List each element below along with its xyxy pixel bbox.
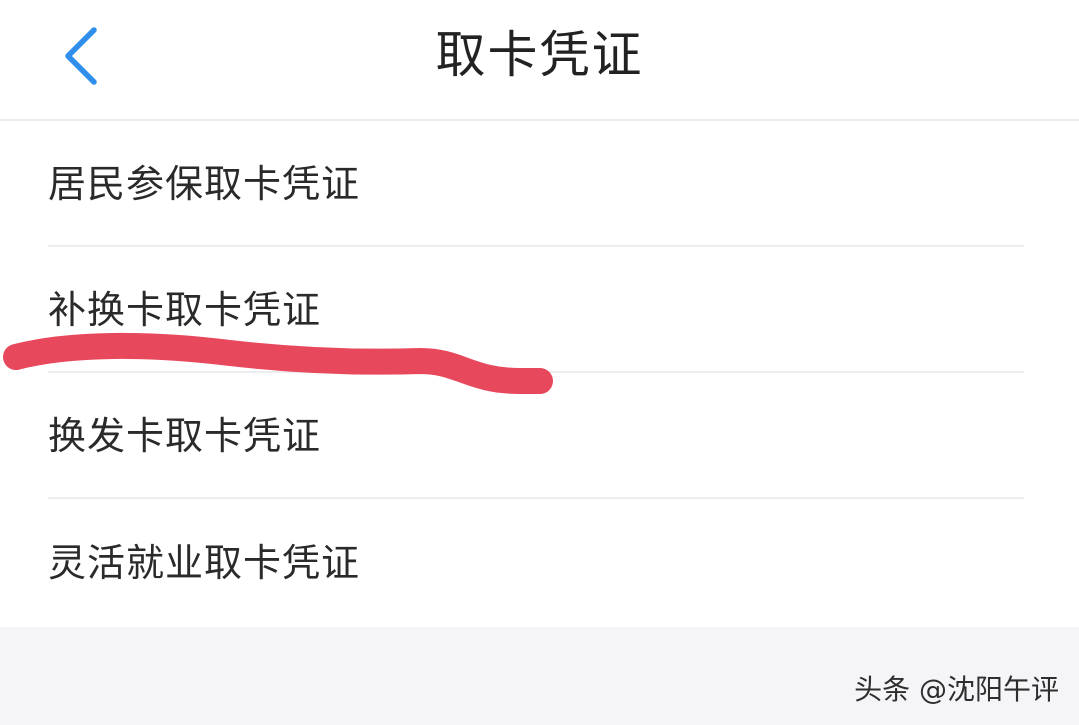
list-item-label: 居民参保取卡凭证 [48,162,361,206]
list-item-label: 换发卡取卡凭证 [48,414,322,458]
list-item-resident-insurance[interactable]: 居民参保取卡凭证 [0,121,1079,247]
list-item-renewal-card[interactable]: 换发卡取卡凭证 [0,373,1079,499]
voucher-list: 居民参保取卡凭证 补换卡取卡凭证 换发卡取卡凭证 灵活就业取卡凭证 [0,121,1079,627]
list-item-label: 补换卡取卡凭证 [48,288,322,332]
page-title: 取卡凭证 [435,26,644,84]
navigation-bar: 取卡凭证 [0,0,1079,121]
chevron-left-icon [52,22,116,92]
back-button[interactable] [52,22,116,92]
list-item-label: 灵活就业取卡凭证 [48,541,361,585]
list-item-flexible-employment[interactable]: 灵活就业取卡凭证 [0,499,1079,627]
list-item-replacement-card[interactable]: 补换卡取卡凭证 [0,247,1079,373]
watermark: 头条 @沈阳午评 [854,673,1059,706]
